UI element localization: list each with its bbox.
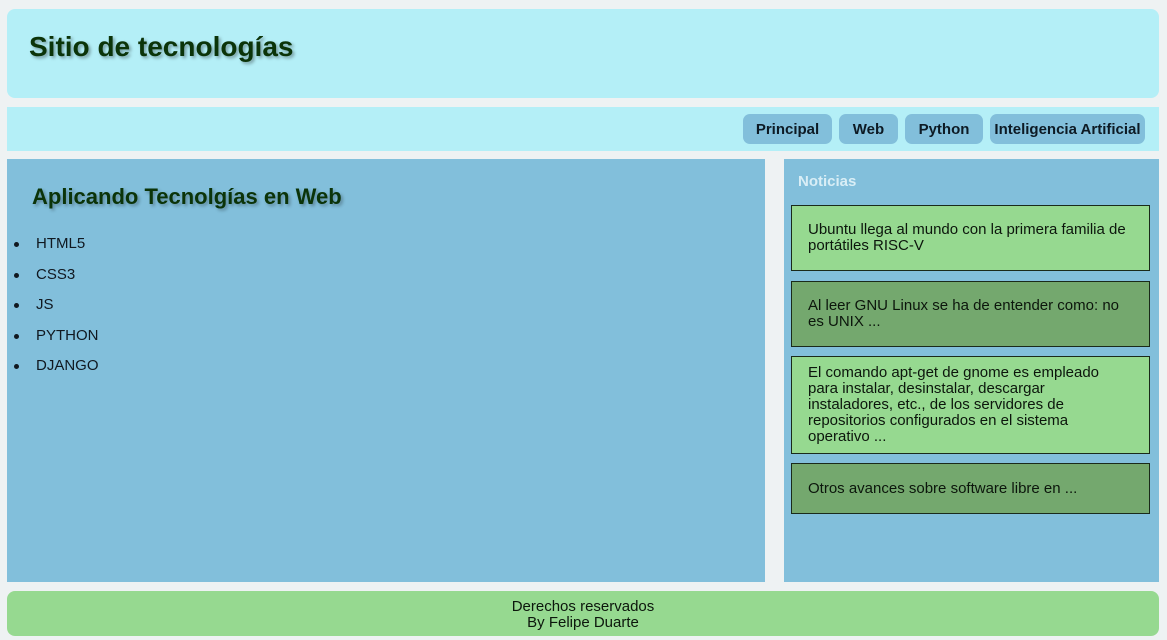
site-footer: Derechos reservados By Felipe Duarte	[7, 591, 1159, 636]
footer-author: By Felipe Duarte	[527, 614, 639, 631]
list-item-label: CSS3	[36, 265, 76, 283]
footer-rights: Derechos reservados	[511, 598, 655, 615]
site-title: Sitio de tecnologías	[29, 31, 294, 62]
nav-item-inteligencia-artificial[interactable]: Inteligencia Artificial	[990, 114, 1145, 144]
news-item[interactable]: Al leer GNU Linux se ha de entender como…	[791, 281, 1150, 347]
sidebar-title: Noticias	[798, 173, 857, 190]
list-item: JS	[7, 290, 99, 321]
news-item[interactable]: Otros avances sobre software libre en ..…	[791, 463, 1150, 514]
technology-list: HTML5 CSS3 JS PYTHON DJANGO	[7, 229, 99, 382]
news-item[interactable]: Ubuntu llega al mundo con la primera fam…	[791, 205, 1150, 271]
list-item-label: PYTHON	[36, 326, 99, 344]
bullet-icon	[14, 272, 19, 278]
news-item-text: El comando apt-get de gnome es empleado …	[808, 364, 1100, 445]
news-item-text: Otros avances sobre software libre en ..…	[808, 479, 1078, 497]
main-title: Aplicando Tecnolgías en Web	[32, 184, 342, 209]
nav-item-web[interactable]: Web	[839, 114, 898, 144]
site-header: Sitio de tecnologías	[7, 9, 1159, 98]
list-item-label: DJANGO	[36, 357, 99, 374]
list-item: DJANGO	[7, 351, 99, 382]
news-item-text: Al leer GNU Linux se ha de entender como…	[808, 297, 1120, 330]
news-sidebar: Noticias Ubuntu llega al mundo con la pr…	[784, 159, 1159, 582]
list-item-label: HTML5	[36, 235, 86, 252]
main-content: Aplicando Tecnolgías en Web HTML5 CSS3 J…	[7, 159, 765, 582]
nav-bar: Principal Web Python Inteligencia Artifi…	[7, 107, 1159, 151]
bullet-icon	[14, 364, 19, 369]
bullet-icon	[14, 303, 19, 308]
bullet-icon	[14, 333, 19, 339]
nav-item-principal[interactable]: Principal	[743, 114, 832, 144]
list-item: PYTHON	[7, 321, 99, 352]
list-item: HTML5	[7, 229, 99, 260]
nav-item-python[interactable]: Python	[905, 114, 983, 144]
news-item-text: Ubuntu llega al mundo con la primera fam…	[808, 221, 1126, 254]
list-item: CSS3	[7, 260, 99, 291]
bullet-icon	[14, 242, 19, 247]
list-item-label: JS	[36, 296, 54, 313]
news-item[interactable]: El comando apt-get de gnome es empleado …	[791, 356, 1150, 454]
